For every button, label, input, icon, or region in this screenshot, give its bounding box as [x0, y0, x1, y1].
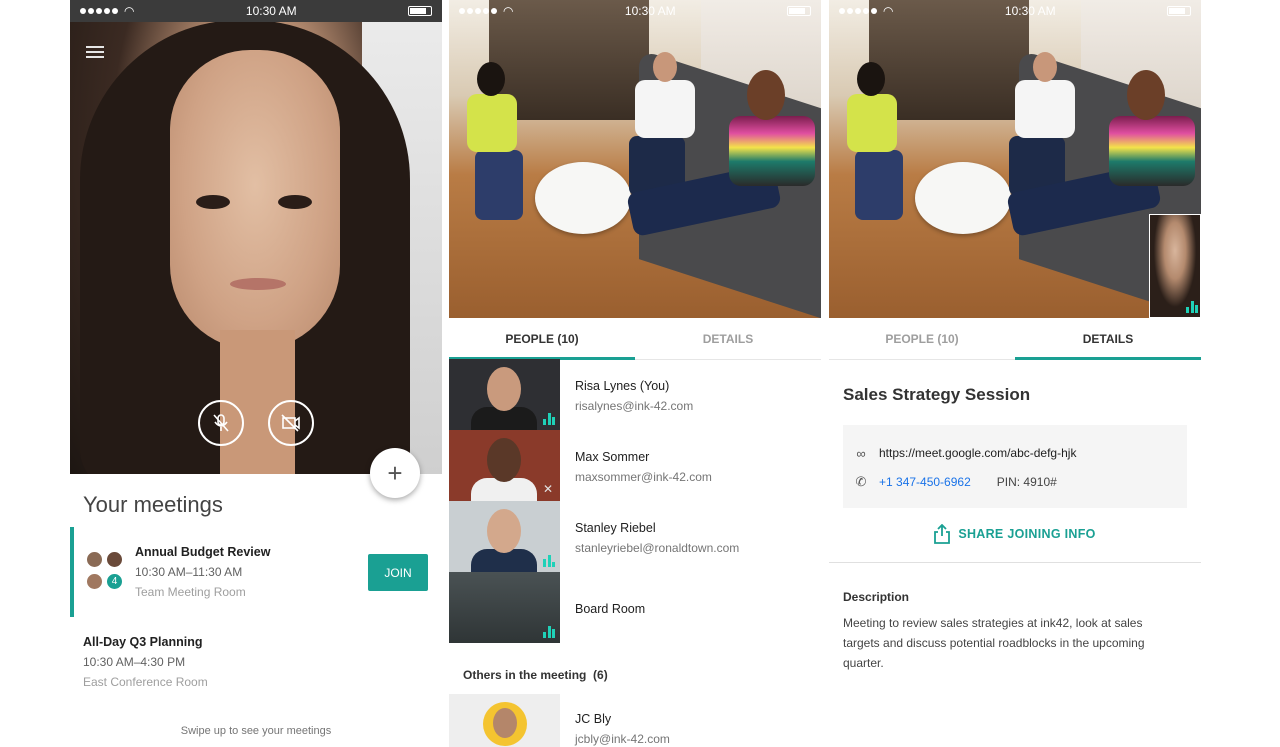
- participant-name: Max Sommer: [575, 450, 650, 464]
- mute-microphone-button[interactable]: [198, 400, 244, 446]
- mic-off-icon: ✕: [543, 482, 554, 496]
- battery-icon: [408, 6, 432, 16]
- menu-icon[interactable]: [86, 46, 104, 58]
- participant-email: stanleyriebel@ronaldtown.com: [575, 541, 740, 555]
- audio-level-icon: [543, 411, 555, 425]
- tab-details[interactable]: DETAILS: [635, 318, 821, 359]
- participant-name: Stanley Riebel: [575, 521, 656, 535]
- participant-video: [449, 501, 560, 572]
- description-heading: Description: [843, 590, 910, 604]
- meeting-room: Team Meeting Room: [135, 585, 246, 599]
- tab-people[interactable]: PEOPLE (10): [829, 318, 1015, 359]
- participant-row[interactable]: JC Bly jcbly@ink-42.com: [449, 694, 821, 747]
- participant-row[interactable]: ✕ Max Sommer maxsommer@ink-42.com: [449, 430, 821, 501]
- dial-in-number[interactable]: +1 347-450-6962: [879, 475, 971, 489]
- share-icon: [934, 524, 951, 544]
- dial-in-pin: PIN: 4910#: [996, 475, 1057, 489]
- participant-name: JC Bly: [575, 712, 612, 726]
- description-text: Meeting to review sales strategies at in…: [843, 616, 1145, 670]
- phone-screen-details: ◠ 10:30 AM PEOPLE (10) DETAILS Sales Str…: [829, 0, 1201, 747]
- turn-off-camera-button[interactable]: [268, 400, 314, 446]
- more-attendees-badge: 4: [106, 573, 123, 590]
- status-bar: ◠ 10:30 AM: [449, 0, 821, 22]
- tab-details[interactable]: DETAILS: [1015, 318, 1201, 360]
- wifi-icon: ◠: [124, 4, 135, 18]
- status-time: 10:30 AM: [624, 4, 676, 18]
- status-bar: ◠ 10:30 AM: [70, 0, 442, 22]
- audio-level-icon: [1186, 299, 1198, 313]
- battery-icon: [787, 6, 811, 16]
- videocam-off-icon: [281, 414, 300, 432]
- audio-level-icon: [543, 624, 555, 638]
- battery-icon: [1167, 6, 1191, 16]
- participant-email: risalynes@ink-42.com: [575, 399, 694, 413]
- meeting-title: All-Day Q3 Planning: [83, 635, 203, 649]
- meeting-link[interactable]: https://meet.google.com/abc-defg-hjk: [879, 446, 1076, 460]
- share-joining-info-button[interactable]: SHARE JOINING INFO: [829, 524, 1201, 544]
- participant-video: [449, 572, 560, 643]
- audio-level-icon: [543, 553, 555, 567]
- participant-email: maxsommer@ink-42.com: [575, 470, 712, 484]
- joining-info-box: ∞ https://meet.google.com/abc-defg-hjk ✆…: [843, 425, 1187, 508]
- meetings-heading: Your meetings: [83, 492, 223, 517]
- phone-screen-people: ◠ 10:30 AM PEOPLE (10) DETAILS Risa Lyne…: [449, 0, 821, 747]
- others-heading: Others in the meeting (6): [463, 668, 608, 682]
- new-meeting-button[interactable]: +: [370, 448, 420, 498]
- phone-icon: ✆: [855, 474, 867, 489]
- divider: [829, 562, 1201, 563]
- meeting-title: Sales Strategy Session: [843, 385, 1031, 404]
- participant-name: Risa Lynes (You): [575, 379, 670, 393]
- status-time: 10:30 AM: [1004, 4, 1056, 18]
- wifi-icon: ◠: [503, 4, 514, 18]
- status-time: 10:30 AM: [245, 4, 297, 18]
- others-count: (6): [593, 668, 608, 682]
- meeting-title: Annual Budget Review: [135, 545, 271, 559]
- participant-avatar: [449, 694, 560, 747]
- link-icon: ∞: [856, 445, 866, 461]
- participant-video: ✕: [449, 430, 560, 501]
- phone-screen-meetings: ◠ 10:30 AM + Your meetings 4 Annual Budg…: [70, 0, 442, 747]
- self-view-thumbnail[interactable]: [1149, 214, 1201, 318]
- participant-email: jcbly@ink-42.com: [575, 732, 670, 746]
- participant-row[interactable]: Risa Lynes (You) risalynes@ink-42.com: [449, 359, 821, 430]
- mic-off-icon: [213, 414, 229, 432]
- participant-video: [449, 359, 560, 430]
- participant-row[interactable]: Stanley Riebel stanleyriebel@ronaldtown.…: [449, 501, 821, 572]
- self-camera-preview: [70, 0, 442, 474]
- others-label: Others in the meeting: [463, 668, 587, 682]
- share-label: SHARE JOINING INFO: [958, 527, 1096, 541]
- attendee-avatars: 4: [86, 551, 126, 595]
- meeting-time: 10:30 AM–11:30 AM: [135, 565, 243, 579]
- tab-bar: PEOPLE (10) DETAILS: [449, 318, 821, 360]
- meeting-time: 10:30 AM–4:30 PM: [83, 655, 186, 669]
- status-bar: ◠ 10:30 AM: [829, 0, 1201, 22]
- tab-bar: PEOPLE (10) DETAILS: [829, 318, 1201, 360]
- participant-row[interactable]: Board Room: [449, 572, 821, 643]
- meeting-room: East Conference Room: [83, 675, 208, 689]
- wifi-icon: ◠: [883, 4, 894, 18]
- participant-name: Board Room: [575, 602, 646, 616]
- join-button[interactable]: JOIN: [368, 554, 428, 591]
- conference-room-video: [449, 0, 821, 318]
- tab-people[interactable]: PEOPLE (10): [449, 318, 635, 360]
- conference-room-video: [829, 0, 1201, 318]
- swipe-hint: Swipe up to see your meetings: [180, 725, 332, 737]
